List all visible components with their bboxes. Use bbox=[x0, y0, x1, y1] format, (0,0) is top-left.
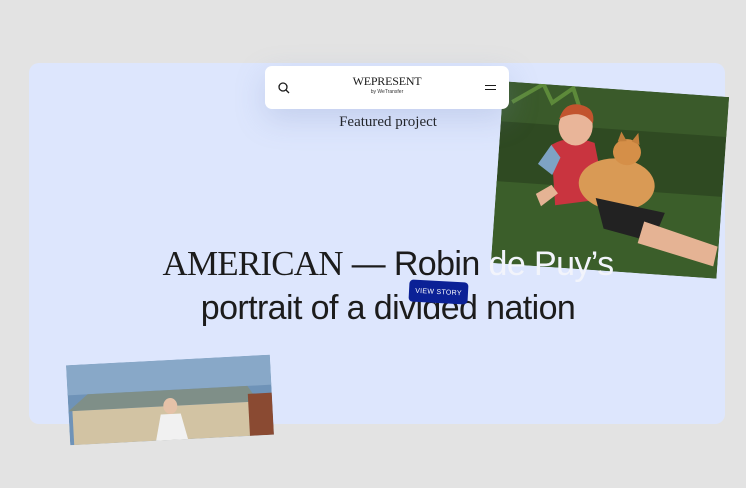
project-headline[interactable]: AMERICAN — Robin de Puy’s portrait of a … bbox=[0, 242, 746, 330]
headline-line-1: AMERICAN — Robin de Puy’s bbox=[0, 242, 746, 286]
headline-name-overlay: de Puy’s bbox=[488, 245, 615, 283]
headline-line-2: portrait of a divided nation bbox=[0, 286, 746, 330]
wepresent-logo[interactable]: WEPRESENT by WeTransfer bbox=[265, 75, 509, 97]
top-navbar: WEPRESENT by WeTransfer bbox=[265, 66, 509, 109]
headline-title: AMERICAN bbox=[162, 244, 343, 283]
logo-subtitle: by WeTransfer bbox=[370, 89, 404, 95]
featured-photo-house[interactable] bbox=[66, 354, 274, 446]
menu-button[interactable] bbox=[482, 79, 500, 97]
featured-project-label: Featured project bbox=[339, 114, 437, 130]
headline-line-2-a: portrait of a divi bbox=[200, 289, 423, 327]
headline-dash-name: — Robin bbox=[342, 245, 489, 283]
house-image bbox=[66, 354, 274, 446]
logo-wordmark: WEPRESENT bbox=[352, 74, 422, 88]
view-story-button[interactable]: VIEW STORY bbox=[408, 279, 469, 305]
